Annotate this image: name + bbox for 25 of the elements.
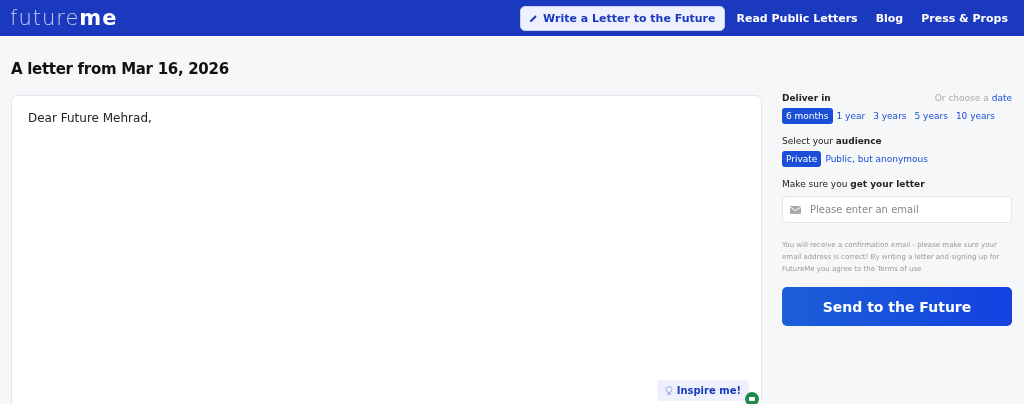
nav-link[interactable]: Blog [869, 5, 910, 31]
delivery-option[interactable]: 3 years [869, 108, 911, 124]
nav-link[interactable]: Press & Props [915, 5, 1014, 31]
audience-option[interactable]: Private [782, 151, 822, 167]
email-field[interactable]: Please enter an email [782, 196, 1012, 223]
delivery-option[interactable]: 5 years [910, 108, 952, 124]
audience-label: Select your audience [782, 136, 883, 146]
pencil-icon [529, 13, 539, 23]
chat-icon[interactable] [745, 392, 759, 404]
deliver-label: Deliver in [782, 93, 831, 103]
inspire-button[interactable]: Inspire me! [656, 380, 749, 401]
lightbulb-icon [664, 385, 673, 396]
delivery-option[interactable]: 6 months [782, 108, 833, 124]
email-label: Make sure you get your letter [782, 179, 926, 189]
nav-link[interactable]: Read Public Letters [730, 5, 864, 31]
choose-hint: Or choose a [934, 93, 989, 103]
envelope-icon [790, 206, 801, 214]
delivery-option[interactable]: 10 years [951, 108, 999, 124]
logo[interactable]: futureme [10, 6, 118, 30]
nav-link[interactable]: Write a Letter to the Future [520, 5, 725, 31]
send-button[interactable]: Send to the Future [782, 287, 1012, 326]
page-title: A letter from Mar 16, 2026 [11, 60, 230, 78]
audience-option[interactable]: Public, but anonymous [821, 151, 932, 167]
date-link[interactable]: date [991, 93, 1012, 103]
delivery-option[interactable]: 1 year [832, 108, 870, 124]
